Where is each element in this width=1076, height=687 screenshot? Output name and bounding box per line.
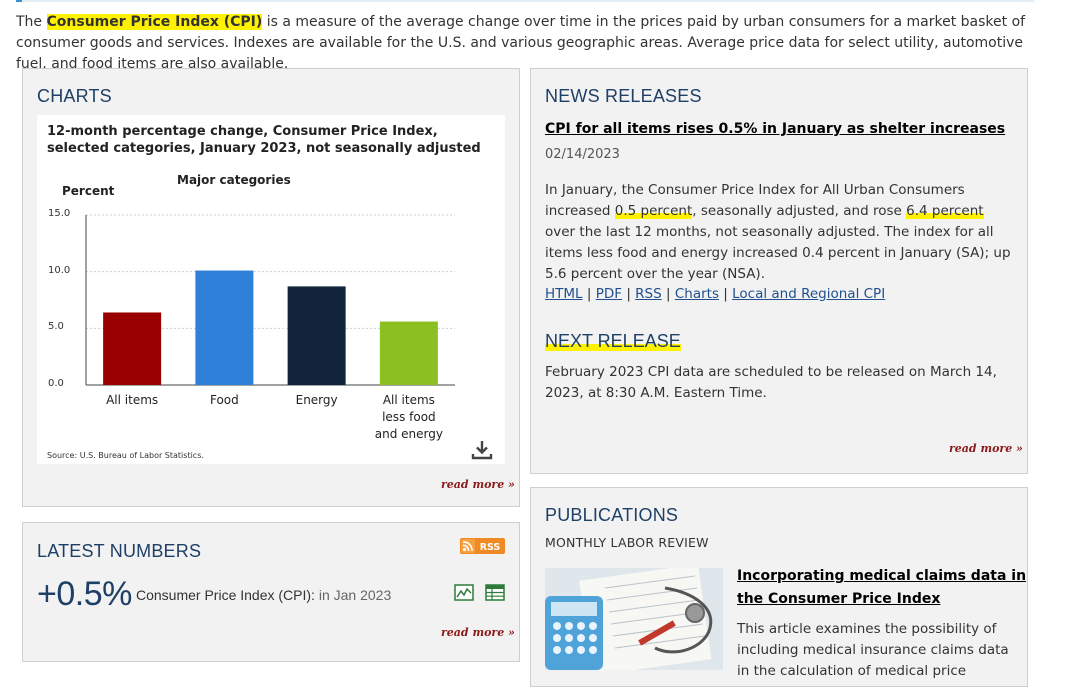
bar-all-items <box>103 312 162 385</box>
top-divider <box>16 0 1034 2</box>
bar-energy <box>287 286 346 385</box>
latest-value: +0.5% <box>37 575 132 613</box>
chart-box: 12-month percentage change, Consumer Pri… <box>37 115 505 464</box>
charts-read-more[interactable]: read more » <box>441 478 515 491</box>
chart-source: Source: U.S. Bureau of Labor Statistics. <box>47 451 204 460</box>
rss-link[interactable]: RSS <box>635 286 662 302</box>
bar-all-items-less-food-and-energy <box>379 321 438 385</box>
intro-paragraph: The Consumer Price Index (CPI) is a meas… <box>16 14 1026 72</box>
bar-food <box>195 270 254 385</box>
x-tick-label: All items less food and energy <box>374 393 443 441</box>
latest-read-more[interactable]: read more » <box>441 626 515 639</box>
publication-link[interactable]: Incorporating medical claims data in the… <box>737 565 1027 611</box>
news-headline-link[interactable]: CPI for all items rises 0.5% in January … <box>545 121 1005 137</box>
news-read-more[interactable]: read more » <box>949 442 1023 455</box>
cpi-term: Consumer Price Index (CPI) <box>46 14 263 30</box>
news-title: NEWS RELEASES <box>545 86 702 106</box>
cpi-label: Consumer Price Index (CPI): in Jan 2023 <box>136 587 392 603</box>
publication-body: This article examines the possibility of… <box>737 621 1009 679</box>
table-icon[interactable] <box>485 584 505 601</box>
publications-subtitle: MONTHLY LABOR REVIEW <box>545 535 709 550</box>
x-tick-label: All items <box>106 393 159 407</box>
publications-title: PUBLICATIONS <box>545 505 679 525</box>
medical-claims-image <box>545 568 723 670</box>
x-tick-label: Energy <box>295 393 338 407</box>
news-date: 02/14/2023 <box>545 147 620 162</box>
pdf-link[interactable]: PDF <box>596 286 622 302</box>
x-tick-label: Food <box>209 393 239 407</box>
next-release-body: February 2023 CPI data are scheduled to … <box>545 364 997 401</box>
next-release-title: NEXT RELEASE <box>545 331 681 351</box>
chart-icon[interactable] <box>454 584 474 601</box>
local-regional-cpi-link[interactable]: Local and Regional CPI <box>732 286 885 302</box>
html-link[interactable]: HTML <box>545 286 583 302</box>
bar-chart <box>85 214 455 386</box>
latest-numbers-title: LATEST NUMBERS <box>37 541 202 561</box>
rss-button[interactable]: RSS <box>460 538 505 554</box>
download-icon[interactable] <box>471 439 493 461</box>
news-links: HTML | PDF | RSS | Charts | Local and Re… <box>545 286 886 302</box>
news-body: In January, the Consumer Price Index for… <box>545 182 1011 282</box>
rss-label: RSS <box>480 542 501 553</box>
charts-title: CHARTS <box>37 86 112 106</box>
charts-link[interactable]: Charts <box>675 286 719 302</box>
